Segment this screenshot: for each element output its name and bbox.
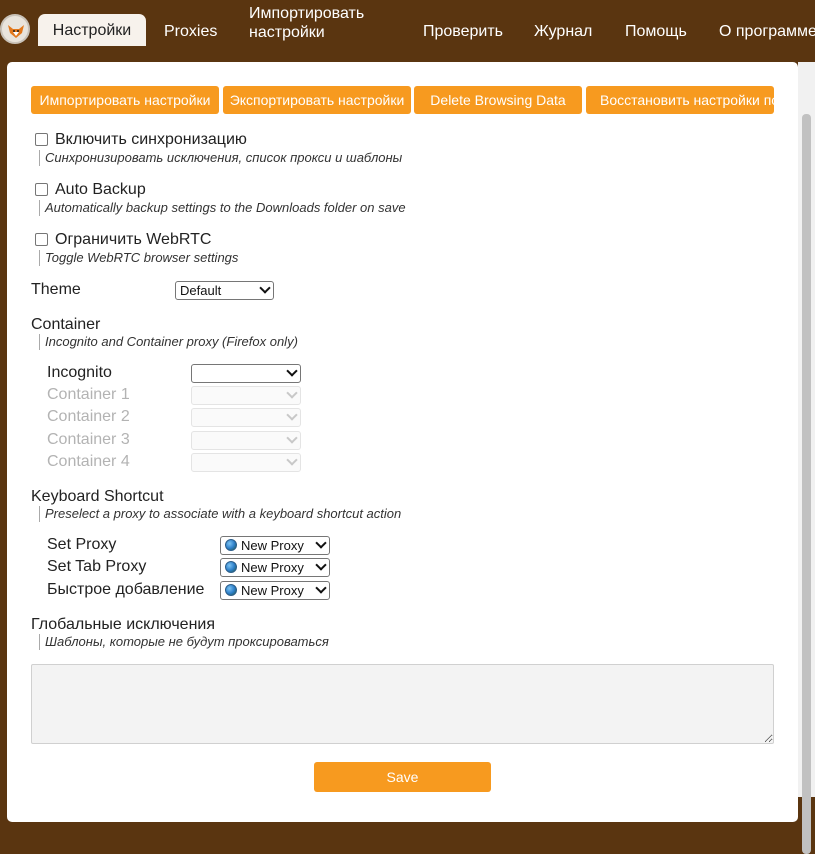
chevron-down-icon bbox=[259, 282, 271, 294]
tab-settings[interactable]: Настройки bbox=[38, 14, 146, 46]
globe-icon bbox=[225, 539, 237, 551]
container-3-select bbox=[191, 431, 301, 450]
globe-icon bbox=[225, 584, 237, 596]
restore-defaults-button[interactable]: Восстановить настройки по умолчанию bbox=[586, 86, 774, 114]
container-3-label: Container 3 bbox=[47, 431, 130, 448]
container-title: Container bbox=[31, 316, 101, 333]
set-proxy-value: New Proxy bbox=[241, 538, 304, 553]
scrollbar[interactable] bbox=[798, 62, 815, 854]
theme-select[interactable]: Default bbox=[175, 281, 274, 300]
chevron-down-icon bbox=[315, 559, 327, 571]
webrtc-checkbox[interactable] bbox=[35, 233, 48, 246]
webrtc-description: Toggle WebRTC browser settings bbox=[39, 250, 238, 266]
tab-about[interactable]: О программе bbox=[719, 22, 815, 41]
import-settings-button[interactable]: Импортировать настройки bbox=[31, 86, 219, 114]
chevron-down-icon bbox=[315, 582, 327, 594]
delete-browsing-data-button[interactable]: Delete Browsing Data bbox=[414, 86, 582, 114]
set-proxy-select[interactable]: New Proxy bbox=[220, 536, 330, 555]
set-tab-proxy-value: New Proxy bbox=[241, 560, 304, 575]
keyboard-shortcut-description: Preselect a proxy to associate with a ke… bbox=[39, 506, 401, 522]
incognito-select[interactable] bbox=[191, 364, 301, 383]
global-exclusions-description: Шаблоны, которые не будут проксироваться bbox=[39, 634, 329, 650]
chevron-down-icon bbox=[286, 387, 298, 399]
tab-import-settings[interactable]: Импортировать настройки bbox=[249, 4, 364, 42]
container-4-label: Container 4 bbox=[47, 453, 130, 470]
tab-import-settings-line1: Импортировать bbox=[249, 5, 365, 22]
tab-help[interactable]: Помощь bbox=[625, 22, 687, 41]
global-exclusions-title: Глобальные исключения bbox=[31, 616, 215, 633]
sync-checkbox[interactable] bbox=[35, 133, 48, 146]
set-tab-proxy-select[interactable]: New Proxy bbox=[220, 558, 330, 577]
theme-select-value: Default bbox=[180, 283, 222, 298]
container-2-select bbox=[191, 408, 301, 427]
container-1-select bbox=[191, 386, 301, 405]
export-settings-button[interactable]: Экспортировать настройки bbox=[223, 86, 411, 114]
tab-test[interactable]: Проверить bbox=[423, 22, 503, 41]
quick-add-value: New Proxy bbox=[241, 583, 304, 598]
auto-backup-checkbox[interactable] bbox=[35, 183, 48, 196]
chevron-down-icon bbox=[286, 365, 298, 377]
globe-icon bbox=[225, 561, 237, 573]
auto-backup-description: Automatically backup settings to the Dow… bbox=[39, 200, 406, 216]
set-tab-proxy-label: Set Tab Proxy bbox=[47, 558, 147, 575]
global-exclusions-textarea[interactable] bbox=[31, 664, 774, 744]
theme-label: Theme bbox=[31, 281, 81, 298]
toolbar: Импортировать настройки Экспортировать н… bbox=[31, 86, 802, 114]
sync-description: Синхронизировать исключения, список прок… bbox=[39, 150, 402, 166]
container-4-select bbox=[191, 453, 301, 472]
save-button[interactable]: Save bbox=[314, 762, 491, 792]
tab-proxies[interactable]: Proxies bbox=[164, 22, 217, 41]
webrtc-label: Ограничить WebRTC bbox=[55, 231, 212, 248]
container-description: Incognito and Container proxy (Firefox o… bbox=[39, 334, 298, 350]
chevron-down-icon bbox=[286, 454, 298, 466]
foxyproxy-logo-icon bbox=[0, 14, 30, 44]
set-proxy-label: Set Proxy bbox=[47, 536, 117, 553]
incognito-label: Incognito bbox=[47, 364, 112, 381]
scrollbar-thumb[interactable] bbox=[802, 114, 811, 854]
container-2-label: Container 2 bbox=[47, 408, 130, 425]
chevron-down-icon bbox=[286, 432, 298, 444]
keyboard-shortcut-title: Keyboard Shortcut bbox=[31, 488, 164, 505]
container-1-label: Container 1 bbox=[47, 386, 130, 403]
quick-add-select[interactable]: New Proxy bbox=[220, 581, 330, 600]
auto-backup-label: Auto Backup bbox=[55, 181, 146, 198]
tab-log[interactable]: Журнал bbox=[534, 22, 592, 41]
sync-label: Включить синхронизацию bbox=[55, 131, 247, 148]
chevron-down-icon bbox=[315, 537, 327, 549]
quick-add-label: Быстрое добавление bbox=[47, 581, 205, 598]
tab-import-settings-line2: настройки bbox=[249, 24, 325, 41]
chevron-down-icon bbox=[286, 409, 298, 421]
top-navigation: Настройки Proxies Импортировать настройк… bbox=[0, 0, 815, 46]
